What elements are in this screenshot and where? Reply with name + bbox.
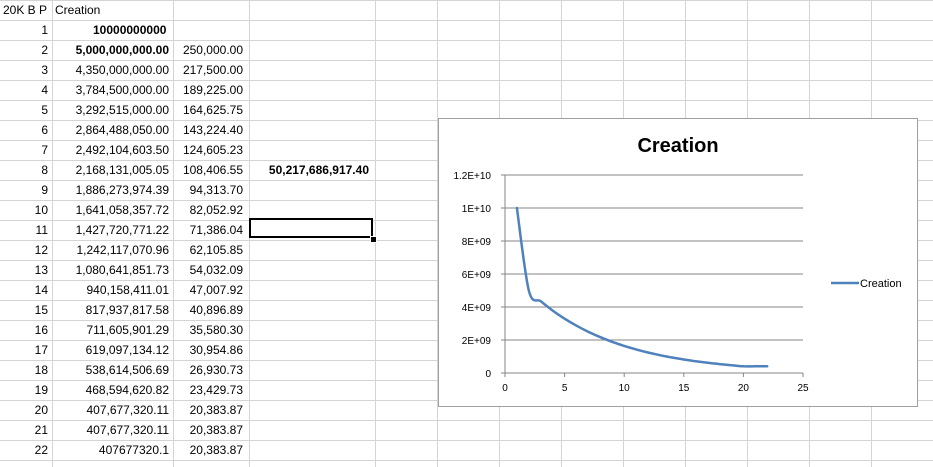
cell-value[interactable]: 71,386.04 [175,220,243,240]
y-tick-label: 6E+09 [462,270,492,281]
cell-value[interactable]: 54,032.09 [175,260,243,280]
cell-value[interactable]: 1,427,720,771.22 [55,220,169,240]
fill-handle[interactable] [370,236,377,243]
x-tick-label: 0 [502,383,508,394]
cell-value[interactable]: 407677320.1 [55,440,169,460]
row-number[interactable]: 18 [0,360,48,380]
cell-value[interactable]: 26,930.73 [175,360,243,380]
row-number[interactable]: 13 [0,260,48,280]
cell-value[interactable]: 23,429.73 [175,380,243,400]
cell-value[interactable]: 3,784,500,000.00 [55,80,169,100]
cell-value[interactable]: 711,605,901.29 [55,320,169,340]
grid-row-line [0,460,933,461]
cell-value[interactable]: 62,105.85 [175,240,243,260]
cell-value[interactable]: 468,594,620.82 [55,380,169,400]
cell-value[interactable]: 108,406.55 [175,160,243,180]
series-line-creation [515,206,769,368]
row-number[interactable]: 22 [0,440,48,460]
y-tick-label: 2E+09 [462,336,492,347]
row-number[interactable]: 21 [0,420,48,440]
cell-value[interactable]: 189,225.00 [175,80,243,100]
row-number[interactable]: 16 [0,320,48,340]
header-cell-creation[interactable]: Creation [55,0,170,20]
x-tick-label: 15 [678,383,690,394]
row-number[interactable]: 3 [0,60,48,80]
cell-value[interactable]: 3,292,515,000.00 [55,100,169,120]
cell-value[interactable]: 20,383.87 [175,400,243,420]
cell-value[interactable]: 124,605.23 [175,140,243,160]
cell-value[interactable]: 143,224.40 [175,120,243,140]
header-cell-20kbp[interactable]: 20K B P [3,0,53,20]
cell-value[interactable]: 2,492,104,603.50 [55,140,169,160]
row-number[interactable]: 14 [0,280,48,300]
row-number[interactable]: 1 [0,20,48,40]
y-tick-label: 1E+10 [462,204,492,215]
y-tick-label: 8E+09 [462,237,492,248]
cell-value[interactable]: 40,896.89 [175,300,243,320]
row-number[interactable]: 5 [0,100,48,120]
cell-value[interactable]: 407,677,320.11 [55,420,169,440]
chart-title: Creation [637,135,718,157]
y-tick-label: 4E+09 [462,303,492,314]
cell-value[interactable]: 10000000000 [93,20,173,40]
cell-value[interactable]: 538,614,506.69 [55,360,169,380]
row-number[interactable]: 20 [0,400,48,420]
y-tick-label: 0 [485,369,491,380]
cell-value[interactable]: 1,886,273,974.39 [55,180,169,200]
row-number[interactable]: 15 [0,300,48,320]
cell-value[interactable]: 47,007.92 [175,280,243,300]
cell-value[interactable]: 250,000.00 [175,40,243,60]
cell-value[interactable]: 30,954.86 [175,340,243,360]
cell-value[interactable]: 2,168,131,005.05 [55,160,169,180]
legend-label: Creation [860,278,902,290]
cell-value[interactable]: 82,052.92 [175,200,243,220]
cell-value[interactable]: 217,500.00 [175,60,243,80]
x-tick-label: 10 [619,383,631,394]
cell-value[interactable]: 94,313.70 [175,180,243,200]
cell-value[interactable]: 407,677,320.11 [55,400,169,420]
row-number[interactable]: 8 [0,160,48,180]
grid-column-line [375,0,376,467]
row-number[interactable]: 9 [0,180,48,200]
row-number[interactable]: 7 [0,140,48,160]
cell-value[interactable]: 619,097,134.12 [55,340,169,360]
cell-value[interactable]: 5,000,000,000.00 [55,40,169,60]
cell-value[interactable]: 20,383.87 [175,440,243,460]
row-number[interactable]: 2 [0,40,48,60]
cell-value[interactable]: 164,625.75 [175,100,243,120]
row-number[interactable]: 11 [0,220,48,240]
chart-creation[interactable]: Creation 0 2E+09 4E+09 6E+09 8E+09 1E+10 1.2E+1… [438,118,918,407]
cell-value[interactable]: 2,864,488,050.00 [55,120,169,140]
selected-cell[interactable] [249,218,373,238]
row-number[interactable]: 10 [0,200,48,220]
row-number[interactable]: 12 [0,240,48,260]
x-tick-label: 5 [562,383,568,394]
x-tick-label: 20 [738,383,750,394]
x-tick-label: 25 [797,383,809,394]
cell-value[interactable]: 35,580.30 [175,320,243,340]
cell-total-value[interactable]: 50,217,686,917.40 [251,160,369,180]
cell-value[interactable]: 20,383.87 [175,420,243,440]
row-number[interactable]: 6 [0,120,48,140]
row-number[interactable]: 17 [0,340,48,360]
cell-value[interactable]: 1,080,641,851.73 [55,260,169,280]
cell-value[interactable]: 940,158,411.01 [55,280,169,300]
grid-column-line [173,0,174,467]
cell-value[interactable]: 817,937,817.58 [55,300,169,320]
cell-value[interactable]: 4,350,000,000.00 [55,60,169,80]
grid-column-line [52,0,53,467]
row-number[interactable]: 4 [0,80,48,100]
cell-value[interactable]: 1,242,117,070.96 [55,240,169,260]
cell-value[interactable]: 1,641,058,357.72 [55,200,169,220]
row-number[interactable]: 19 [0,380,48,400]
y-tick-label: 1.2E+10 [453,171,491,182]
